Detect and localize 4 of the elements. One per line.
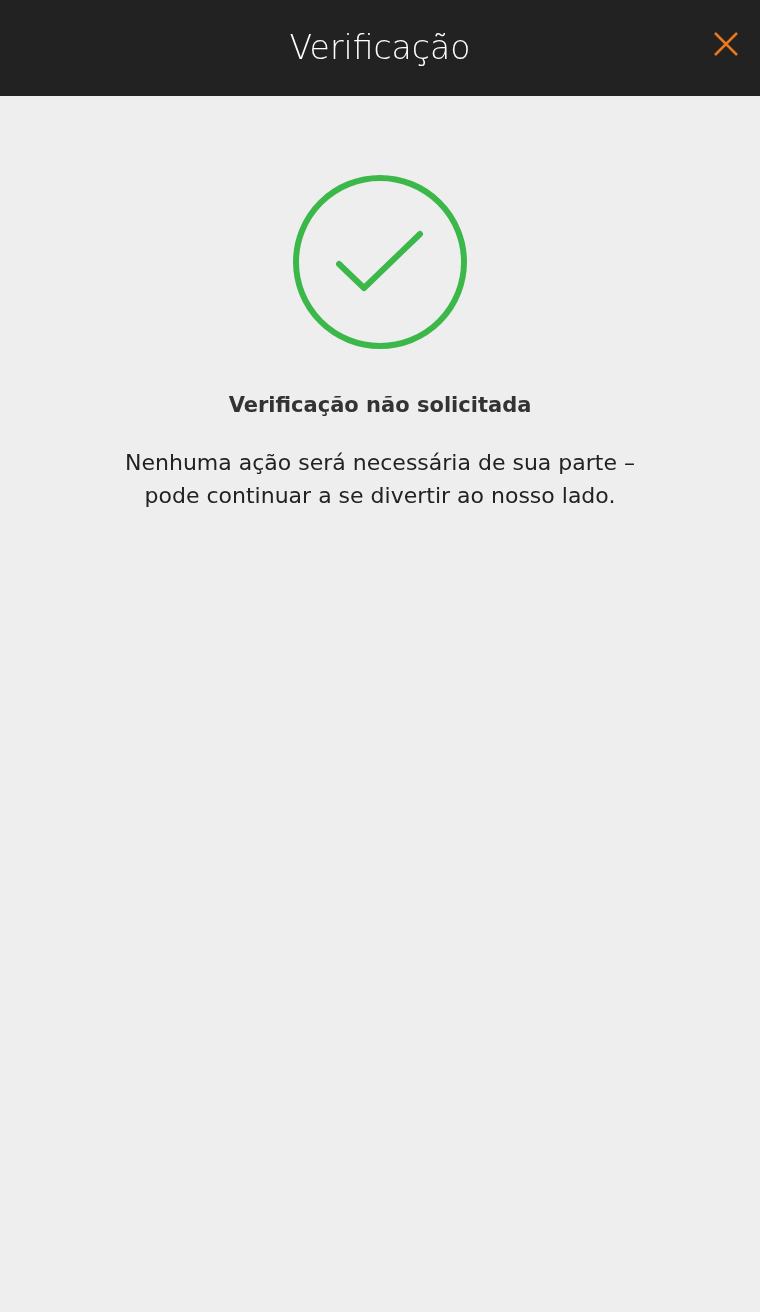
status-heading: Verificação não solicitada bbox=[228, 392, 532, 419]
window-title: Verificação bbox=[289, 27, 471, 70]
status-message: Nenhuma ação será necessária de sua parte – pode continuar a se divertir ao nosso lado. bbox=[124, 448, 636, 510]
close-icon bbox=[712, 30, 740, 58]
